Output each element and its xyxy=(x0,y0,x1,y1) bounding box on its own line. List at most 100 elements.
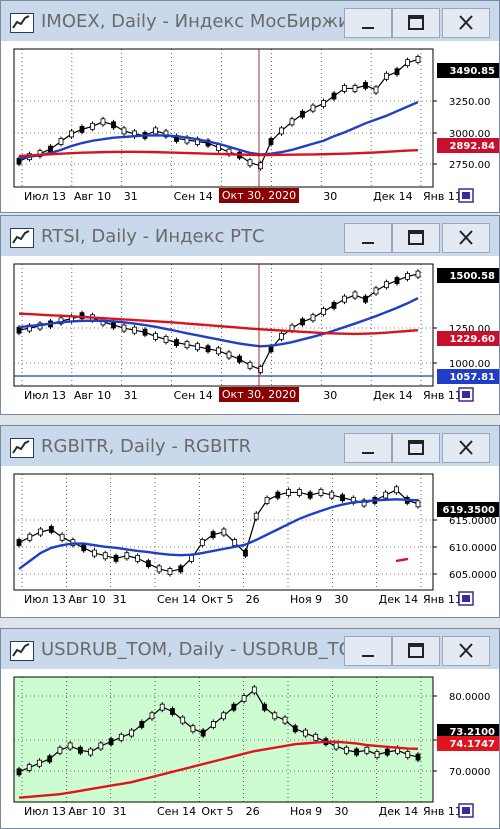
axis-scale-icon[interactable] xyxy=(458,188,474,203)
candle-body xyxy=(129,729,134,737)
ma-value: 2892.84 xyxy=(449,141,495,152)
minimize-button[interactable] xyxy=(344,8,392,38)
candle-body xyxy=(329,491,335,499)
candle-body xyxy=(38,528,43,536)
close-button[interactable] xyxy=(442,636,490,666)
x-axis-label: 30 xyxy=(334,593,348,606)
candle-body xyxy=(174,339,179,346)
candle-body xyxy=(26,764,32,771)
candle-body xyxy=(415,753,421,761)
candle-body xyxy=(342,295,347,303)
candle-body xyxy=(415,56,421,63)
x-axis-label: 30 xyxy=(334,805,348,818)
candle-body xyxy=(159,703,165,711)
minimize-button[interactable] xyxy=(344,636,392,666)
candle-body xyxy=(237,355,242,363)
candle-body xyxy=(307,491,313,499)
candle-body xyxy=(167,568,173,575)
candle-body xyxy=(373,86,379,94)
crosshair-date: Окт 30, 2020 xyxy=(222,189,296,202)
candle-body xyxy=(331,301,337,309)
candle-body xyxy=(69,130,74,138)
x-axis-label: Дек 14 xyxy=(379,805,419,818)
candle-body xyxy=(178,565,184,573)
candle-body xyxy=(48,525,54,533)
axis-scale-icon[interactable] xyxy=(458,803,474,818)
candle-body xyxy=(189,554,194,562)
chart-window-rtsi: RTSI, Daily - Индекс РТС 1250.00 1000.00 1… xyxy=(0,215,500,415)
candle-body xyxy=(90,122,95,130)
candle-body xyxy=(210,531,216,539)
candle-body xyxy=(296,489,302,496)
maximize-button[interactable] xyxy=(392,636,440,666)
y-axis-label: 615.0000 xyxy=(449,516,497,527)
window-title: IMOEX, Daily - Индекс МосБиржи xyxy=(41,11,350,32)
x-axis-label: Ноя 9 xyxy=(290,805,322,818)
candle-body xyxy=(292,725,298,733)
x-axis-label: Июл 13 xyxy=(24,190,66,203)
price-chart[interactable]: 1250.001000.001500.581229.601057.81Июл 1… xyxy=(1,256,499,414)
candle-body xyxy=(205,345,211,353)
candle-body xyxy=(92,549,97,557)
candle-body xyxy=(363,81,368,89)
x-axis-label: 31 xyxy=(113,593,127,606)
ma-value: 74.1747 xyxy=(449,739,495,750)
candle-body xyxy=(48,145,53,153)
candle-body xyxy=(67,742,73,750)
maximize-button[interactable] xyxy=(392,433,440,463)
close-button[interactable] xyxy=(442,8,490,38)
x-axis-label: Окт 5 xyxy=(201,593,233,606)
candle-body xyxy=(405,59,410,67)
close-button[interactable] xyxy=(442,433,490,463)
x-axis-label: Июл 13 xyxy=(24,805,66,818)
price-chart[interactable]: 80.000075.000070.000073.210074.1747Июл 1… xyxy=(1,669,499,828)
candle-body xyxy=(163,336,169,343)
price-chart[interactable]: 615.0000 610.0000 605.0000 619.3500 Июл 13 Ав… xyxy=(1,466,499,616)
last-price-label: 1500.58 xyxy=(437,268,499,283)
candle-body xyxy=(415,500,421,508)
x-axis-label: Ноя 9 xyxy=(290,593,322,606)
y-axis-label: 1000.00 xyxy=(449,359,490,370)
level-value-label: 1057.81 xyxy=(437,369,499,384)
axis-scale-icon[interactable] xyxy=(458,591,474,606)
maximize-button[interactable] xyxy=(392,8,440,38)
ma-value-label: 2892.84 xyxy=(437,138,499,153)
candle-body xyxy=(111,121,116,129)
titlebar: IMOEX, Daily - Индекс МосБиржи xyxy=(1,1,499,41)
candle-body xyxy=(27,533,33,541)
x-axis-label: 26 xyxy=(246,593,260,606)
crosshair-date-label: Окт 30, 2020 xyxy=(219,188,299,203)
candle-body xyxy=(251,686,257,694)
candle-body xyxy=(59,533,65,541)
candle-body xyxy=(289,118,295,126)
y-axis-label: 605.0000 xyxy=(449,570,497,581)
candle-body xyxy=(383,491,389,499)
candle-body xyxy=(394,68,400,76)
candle-body xyxy=(200,729,206,737)
candle-body xyxy=(190,725,196,733)
minimize-button[interactable] xyxy=(344,223,392,253)
candle-body xyxy=(47,755,53,763)
x-axis-label: 31 xyxy=(124,190,138,203)
candle-body xyxy=(318,489,324,496)
candle-body xyxy=(108,738,114,746)
candle-body xyxy=(121,324,127,332)
axis-scale-icon[interactable] xyxy=(458,387,474,402)
candle-body xyxy=(180,716,186,724)
crosshair-date: Окт 30, 2020 xyxy=(222,388,296,401)
chart-app-icon xyxy=(10,228,34,248)
x-axis-label: 30 xyxy=(323,389,337,402)
x-axis-label: Дек 14 xyxy=(373,190,413,203)
candle-body xyxy=(102,552,108,560)
minimize-button[interactable] xyxy=(344,433,392,463)
candle-body xyxy=(231,703,237,711)
window-title: RTSI, Daily - Индекс РТС xyxy=(41,226,265,247)
candle-body xyxy=(210,721,216,728)
x-axis-label: Янв 11 xyxy=(423,190,462,203)
close-button[interactable] xyxy=(442,223,490,253)
maximize-button[interactable] xyxy=(392,223,440,253)
price-chart[interactable]: 3250.003000.002750.003490.852892.84Июл 1… xyxy=(1,41,499,213)
candle-body xyxy=(343,746,349,754)
chart-app-icon xyxy=(10,438,34,458)
y-axis-label: 80.0000 xyxy=(449,692,490,703)
